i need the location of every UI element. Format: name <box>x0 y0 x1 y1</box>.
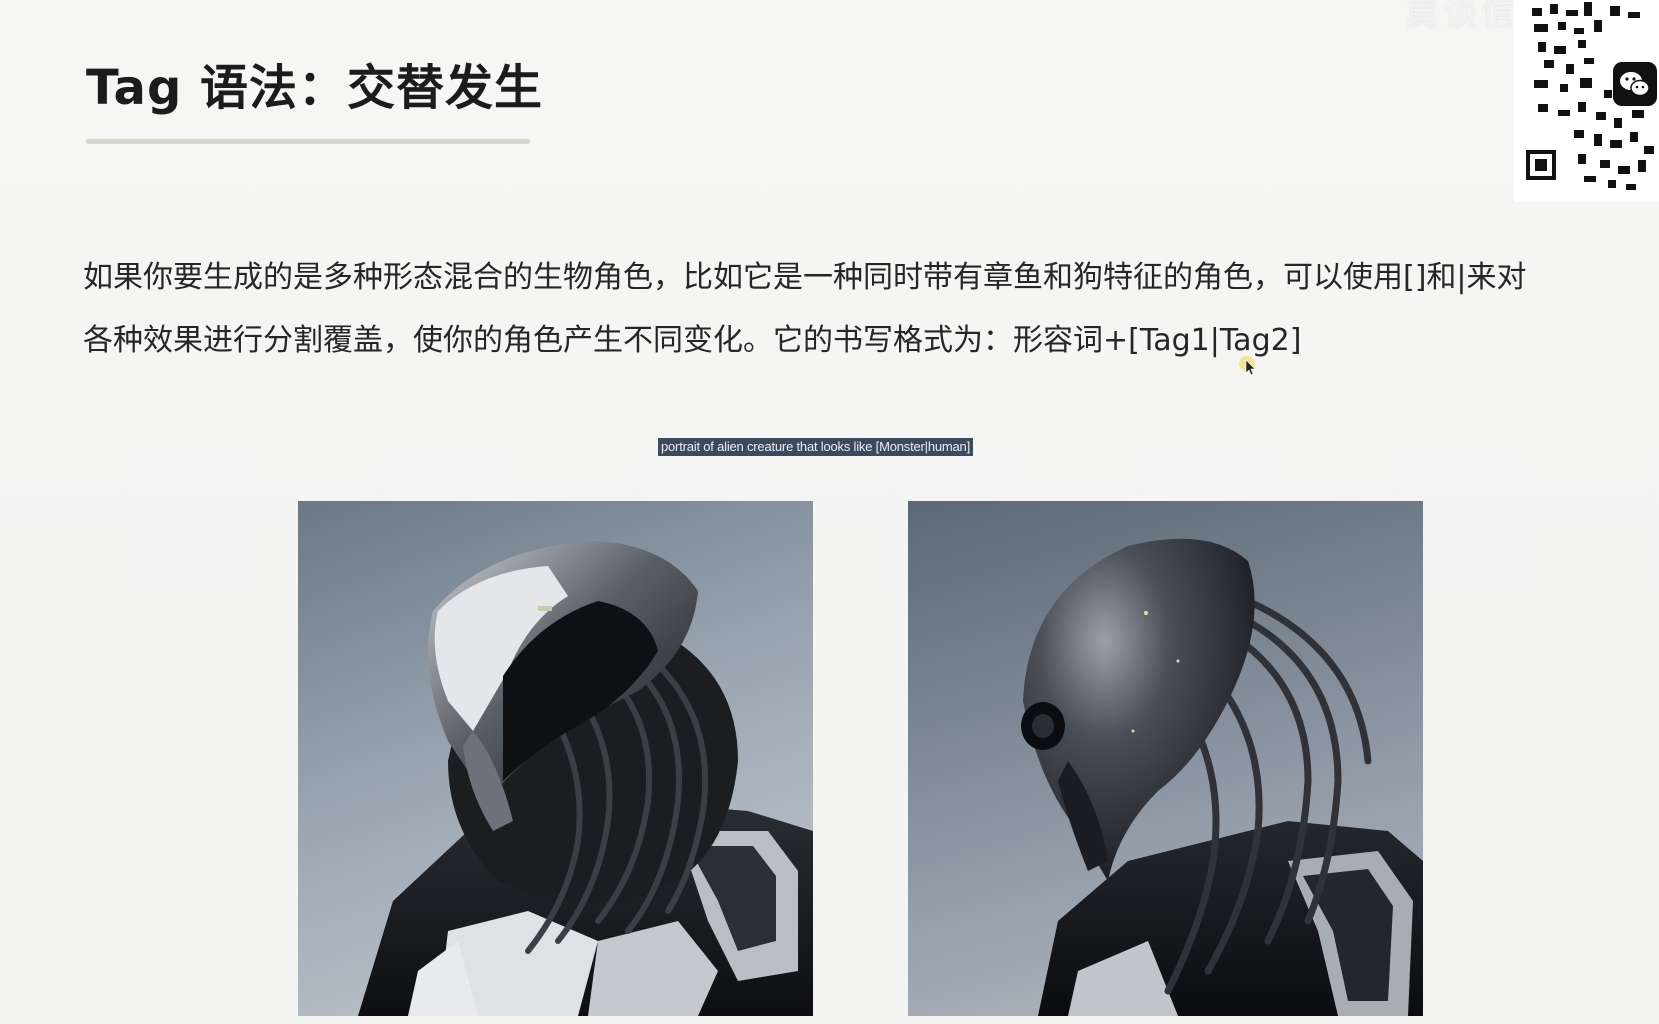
slide: 莫谈信 Tag 语法：交替发生 如果你要生成的是多种形态混合的生物角色，比如它是… <box>0 0 1659 1024</box>
page-title: Tag 语法：交替发生 <box>86 60 544 116</box>
wechat-icon <box>1613 62 1657 106</box>
paragraph-line-2: 各种效果进行分割覆盖，使你的角色产生不同变化。它的书写格式为：形容词+[Tag1… <box>83 323 1302 358</box>
mouse-cursor-icon <box>1239 356 1256 376</box>
alien-robot-portrait-image <box>298 501 813 1016</box>
watermark-text: 莫谈信 <box>1405 0 1519 34</box>
alien-creature-portrait-image <box>908 501 1423 1016</box>
paragraph-line-1: 如果你要生成的是多种形态混合的生物角色，比如它是一种同时带有章鱼和狗特征的角色，… <box>83 260 1527 295</box>
description-paragraph: 如果你要生成的是多种形态混合的生物角色，比如它是一种同时带有章鱼和狗特征的角色，… <box>83 246 1643 372</box>
qr-code <box>1514 0 1659 202</box>
title-underline <box>86 139 530 144</box>
prompt-caption: portrait of alien creature that looks li… <box>658 438 973 456</box>
